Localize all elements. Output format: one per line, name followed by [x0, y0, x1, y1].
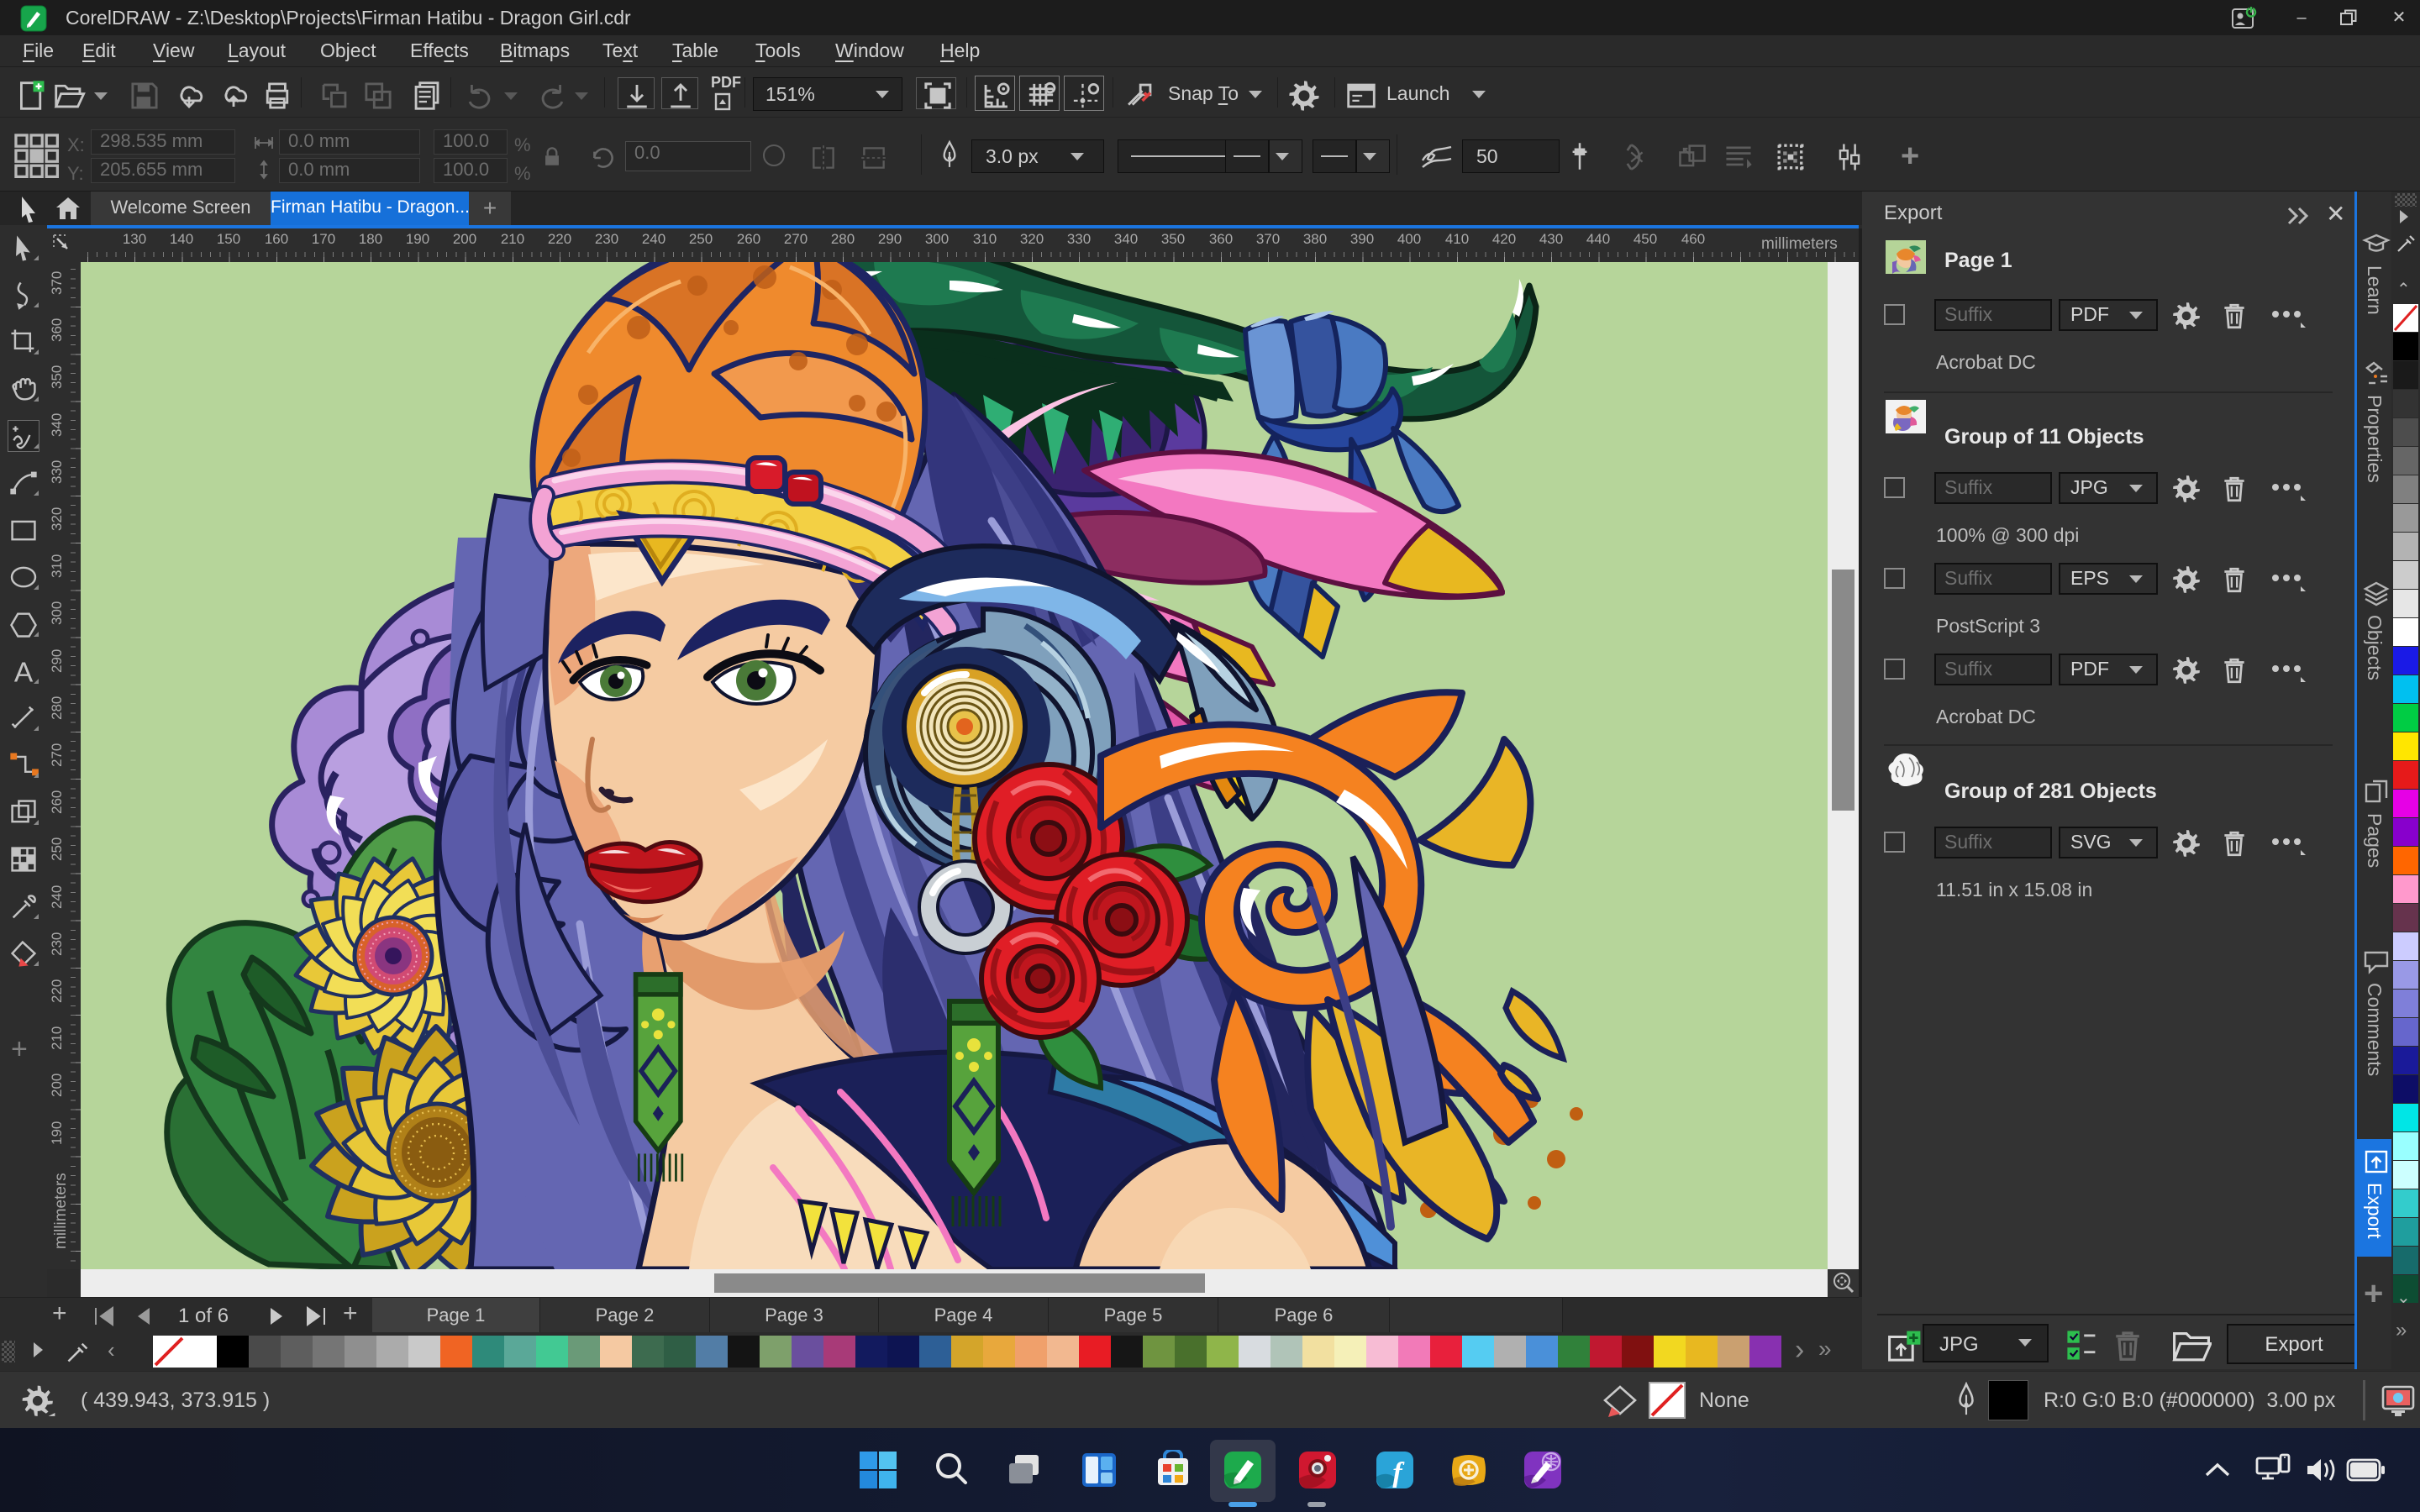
svg-text:A: A [14, 657, 34, 687]
